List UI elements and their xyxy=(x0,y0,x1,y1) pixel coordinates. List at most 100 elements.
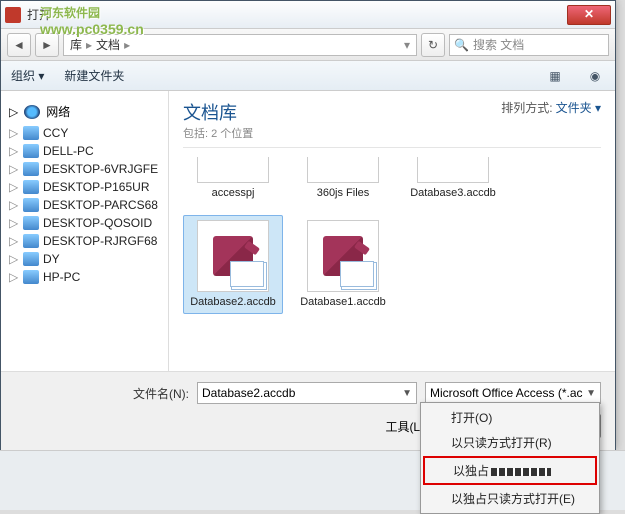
search-icon: 🔍 xyxy=(454,38,469,52)
filename-input[interactable]: Database2.accdb ▼ xyxy=(197,382,417,404)
file-name: Database2.accdb xyxy=(188,296,278,309)
menu-label: 以独占 xyxy=(453,464,489,478)
tree-node[interactable]: ▷ DESKTOP-6VRJGFE xyxy=(1,160,168,178)
computer-icon xyxy=(23,144,39,158)
forward-button[interactable]: ► xyxy=(35,33,59,57)
search-placeholder: 搜索 文档 xyxy=(473,36,524,53)
expand-icon[interactable]: ▷ xyxy=(9,270,19,284)
tree-node[interactable]: ▷ DELL-PC xyxy=(1,142,168,160)
tree-node[interactable]: ▷ DESKTOP-RJRGF68 xyxy=(1,232,168,250)
view-icon[interactable]: ▦ xyxy=(545,66,565,86)
back-button[interactable]: ◄ xyxy=(7,33,31,57)
expand-icon[interactable]: ▷ xyxy=(9,144,19,158)
titlebar: 打开 ✕ xyxy=(1,1,615,29)
tree-node[interactable]: ▷ CCY xyxy=(1,124,168,142)
file-name: 360js Files xyxy=(298,187,388,200)
computer-icon xyxy=(23,216,39,230)
network-icon xyxy=(24,105,40,119)
file-thumb xyxy=(197,220,269,292)
tree-label: DESKTOP-PARCS68 xyxy=(43,198,158,212)
tree-node[interactable]: ▷ DESKTOP-PARCS68 xyxy=(1,196,168,214)
file-name: accesspj xyxy=(188,187,278,200)
filetype-select[interactable]: Microsoft Office Access (*.ac ▼ xyxy=(425,382,601,404)
breadcrumb[interactable]: 库 ▸ 文档 ▸ ▾ xyxy=(63,34,417,56)
pages-icon xyxy=(230,261,264,287)
computer-icon xyxy=(23,252,39,266)
expand-icon[interactable]: ▷ xyxy=(9,198,19,212)
library-title: 文档库 xyxy=(183,99,253,125)
breadcrumb-seg[interactable]: 库 xyxy=(70,36,82,53)
computer-icon xyxy=(23,270,39,284)
chevron-down-icon[interactable]: ▼ xyxy=(402,388,412,399)
open-dialog: 打开 ✕ ◄ ► 库 ▸ 文档 ▸ ▾ ↻ 🔍 搜索 文档 组织 ▾ 新建文件夹… xyxy=(0,0,616,450)
file-thumb xyxy=(307,220,379,292)
tree-label: DESKTOP-RJRGF68 xyxy=(43,234,157,248)
breadcrumb-seg[interactable]: 文档 xyxy=(96,36,120,53)
chevron-right-icon: ▸ xyxy=(124,38,130,52)
file-thumb xyxy=(417,157,489,183)
computer-icon xyxy=(23,162,39,176)
tree-node[interactable]: ▷ DESKTOP-P165UR xyxy=(1,178,168,196)
expand-icon[interactable]: ▷ xyxy=(9,105,18,119)
refresh-button[interactable]: ↻ xyxy=(421,33,445,57)
file-name: Database1.accdb xyxy=(298,296,388,309)
filetype-value: Microsoft Office Access (*.ac xyxy=(430,386,583,400)
expand-icon[interactable]: ▷ xyxy=(9,234,19,248)
tree-label: CCY xyxy=(43,126,68,140)
menu-open[interactable]: 打开(O) xyxy=(423,405,597,430)
file-item[interactable]: Database3.accdb xyxy=(403,152,503,205)
expand-icon[interactable]: ▷ xyxy=(9,252,19,266)
sort-label: 排列方式: xyxy=(501,101,552,115)
tree-label: DY xyxy=(43,252,60,266)
tree-network[interactable]: ▷ 网络 xyxy=(1,99,168,124)
nav-tree: ▷ 网络 ▷ CCY ▷ DELL-PC ▷ DESKTOP-6VRJGFE ▷ DESKTO… xyxy=(1,91,169,371)
file-pane: 文档库 包括: 2 个位置 排列方式: 文件夹 ▾ accesspj 360js … xyxy=(169,91,615,371)
computer-icon xyxy=(23,180,39,194)
chevron-down-icon[interactable]: ▼ xyxy=(586,388,596,399)
filename-label: 文件名(N): xyxy=(133,385,189,402)
nav-bar: ◄ ► 库 ▸ 文档 ▸ ▾ ↻ 🔍 搜索 文档 xyxy=(1,29,615,61)
new-folder-button[interactable]: 新建文件夹 xyxy=(64,67,124,84)
tree-label: DESKTOP-QOSOID xyxy=(43,216,152,230)
computer-icon xyxy=(23,126,39,140)
menu-open-readonly[interactable]: 以只读方式打开(R) xyxy=(423,430,597,455)
file-name: Database3.accdb xyxy=(408,187,498,200)
sort-value[interactable]: 文件夹 ▾ xyxy=(556,101,601,115)
file-list: accesspj 360js Files Database3.accdb Databa… xyxy=(183,152,601,314)
menu-open-exclusive[interactable]: 以独占 xyxy=(423,456,597,485)
sort-control[interactable]: 排列方式: 文件夹 ▾ xyxy=(501,99,601,116)
close-button[interactable]: ✕ xyxy=(567,5,611,25)
file-thumb xyxy=(197,157,269,183)
tree-label: HP-PC xyxy=(43,270,80,284)
dialog-title: 打开 xyxy=(27,6,567,23)
search-input[interactable]: 🔍 搜索 文档 xyxy=(449,34,609,56)
tree-label: DESKTOP-P165UR xyxy=(43,180,149,194)
file-thumb xyxy=(307,157,379,183)
file-item[interactable]: 360js Files xyxy=(293,152,393,205)
expand-icon[interactable]: ▷ xyxy=(9,126,19,140)
tree-label: DESKTOP-6VRJGFE xyxy=(43,162,158,176)
help-icon[interactable]: ◉ xyxy=(585,66,605,86)
file-item[interactable]: accesspj xyxy=(183,152,283,205)
library-subtitle: 包括: 2 个位置 xyxy=(183,125,253,141)
tree-node[interactable]: ▷ DY xyxy=(1,250,168,268)
expand-icon[interactable]: ▷ xyxy=(9,216,19,230)
menu-open-exclusive-readonly[interactable]: 以独占只读方式打开(E) xyxy=(423,486,597,511)
computer-icon xyxy=(23,234,39,248)
tree-label: DELL-PC xyxy=(43,144,94,158)
chevron-down-icon[interactable]: ▾ xyxy=(404,38,410,52)
filename-value: Database2.accdb xyxy=(202,386,295,400)
organize-menu[interactable]: 组织 ▾ xyxy=(11,67,44,84)
obscured-text xyxy=(491,468,551,476)
expand-icon[interactable]: ▷ xyxy=(9,162,19,176)
tree-node[interactable]: ▷ DESKTOP-QOSOID xyxy=(1,214,168,232)
pages-icon xyxy=(340,261,374,287)
expand-icon[interactable]: ▷ xyxy=(9,180,19,194)
computer-icon xyxy=(23,198,39,212)
file-item[interactable]: Database2.accdb xyxy=(183,215,283,314)
file-item[interactable]: Database1.accdb xyxy=(293,215,393,314)
dialog-body: ▷ 网络 ▷ CCY ▷ DELL-PC ▷ DESKTOP-6VRJGFE ▷ DESKTO… xyxy=(1,91,615,371)
tree-label: 网络 xyxy=(46,103,70,120)
chevron-right-icon: ▸ xyxy=(86,38,92,52)
tree-node[interactable]: ▷ HP-PC xyxy=(1,268,168,286)
